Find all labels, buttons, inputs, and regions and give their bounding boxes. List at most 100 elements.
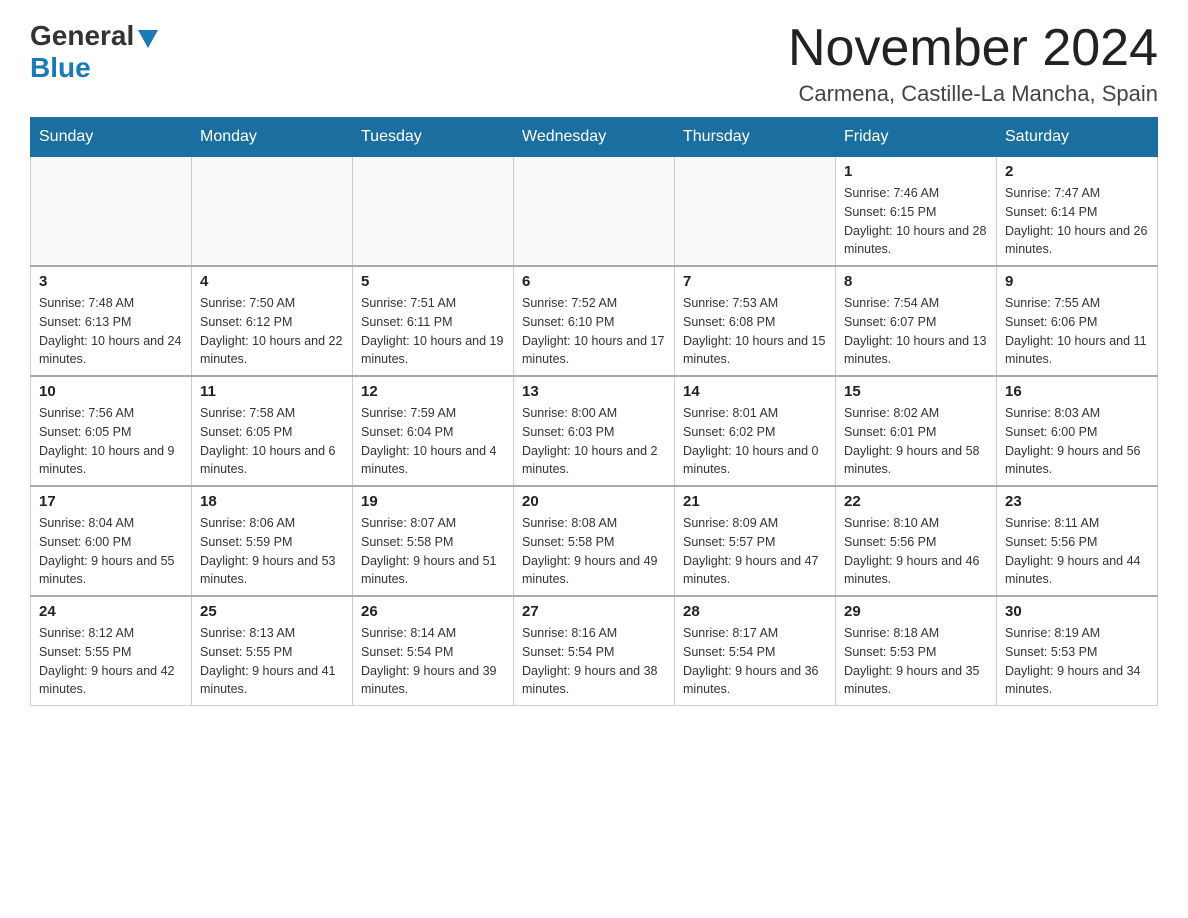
day-number: 14 [683,383,827,400]
day-info: Sunrise: 8:09 AMSunset: 5:57 PMDaylight:… [683,514,827,589]
day-info: Sunrise: 8:19 AMSunset: 5:53 PMDaylight:… [1005,624,1149,699]
day-info: Sunrise: 7:58 AMSunset: 6:05 PMDaylight:… [200,404,344,479]
calendar-day-cell: 21 Sunrise: 8:09 AMSunset: 5:57 PMDayligh… [675,486,836,596]
calendar-day-cell: 2Sunrise: 7:47 AMSunset: 6:14 PMDaylight… [997,157,1158,267]
calendar-week-row: 10 Sunrise: 7:56 AMSunset: 6:05 PMDayligh… [31,376,1158,486]
col-header-wednesday: Wednesday [514,118,675,157]
day-info: Sunrise: 8:01 AMSunset: 6:02 PMDaylight:… [683,404,827,479]
logo-triangle-icon [138,30,158,48]
logo-blue-text: Blue [30,52,91,84]
day-info: Sunrise: 7:59 AMSunset: 6:04 PMDaylight:… [361,404,505,479]
day-info: Sunrise: 7:50 AMSunset: 6:12 PMDaylight:… [200,294,344,369]
day-number: 10 [39,383,183,400]
calendar-day-cell: 30 Sunrise: 8:19 AMSunset: 5:53 PMDayligh… [997,596,1158,706]
day-number: 20 [522,493,666,510]
day-info: Sunrise: 8:10 AMSunset: 5:56 PMDaylight:… [844,514,988,589]
day-info: Sunrise: 8:00 AMSunset: 6:03 PMDaylight:… [522,404,666,479]
col-header-saturday: Saturday [997,118,1158,157]
day-info: Sunrise: 8:07 AMSunset: 5:58 PMDaylight:… [361,514,505,589]
calendar-day-cell: 5Sunrise: 7:51 AMSunset: 6:11 PMDaylight… [353,266,514,376]
calendar-header-row: SundayMondayTuesdayWednesdayThursdayFrid… [31,118,1158,157]
logo: General Blue [30,20,158,84]
calendar-day-cell: 19 Sunrise: 8:07 AMSunset: 5:58 PMDayligh… [353,486,514,596]
calendar-day-cell [353,157,514,267]
calendar-day-cell: 18 Sunrise: 8:06 AMSunset: 5:59 PMDayligh… [192,486,353,596]
calendar-day-cell: 13 Sunrise: 8:00 AMSunset: 6:03 PMDayligh… [514,376,675,486]
day-number: 12 [361,383,505,400]
day-number: 11 [200,383,344,400]
calendar-day-cell: 22 Sunrise: 8:10 AMSunset: 5:56 PMDayligh… [836,486,997,596]
calendar-day-cell: 17Sunrise: 8:04 AMSunset: 6:00 PMDayligh… [31,486,192,596]
col-header-sunday: Sunday [31,118,192,157]
title-area: November 2024 Carmena, Castille-La Manch… [788,20,1158,107]
day-number: 25 [200,603,344,620]
day-info: Sunrise: 8:16 AMSunset: 5:54 PMDaylight:… [522,624,666,699]
day-number: 19 [361,493,505,510]
calendar-day-cell: 15Sunrise: 8:02 AMSunset: 6:01 PMDayligh… [836,376,997,486]
calendar-week-row: 3 Sunrise: 7:48 AMSunset: 6:13 PMDaylight… [31,266,1158,376]
day-info: Sunrise: 8:13 AMSunset: 5:55 PMDaylight:… [200,624,344,699]
day-info: Sunrise: 8:02 AMSunset: 6:01 PMDaylight:… [844,404,988,479]
day-info: Sunrise: 8:12 AMSunset: 5:55 PMDaylight:… [39,624,183,699]
day-number: 16 [1005,383,1149,400]
calendar-day-cell: 1Sunrise: 7:46 AMSunset: 6:15 PMDaylight… [836,157,997,267]
day-number: 8 [844,273,988,290]
day-info: Sunrise: 7:56 AMSunset: 6:05 PMDaylight:… [39,404,183,479]
calendar-day-cell [31,157,192,267]
col-header-tuesday: Tuesday [353,118,514,157]
calendar-day-cell: 3 Sunrise: 7:48 AMSunset: 6:13 PMDaylight… [31,266,192,376]
day-info: Sunrise: 7:47 AMSunset: 6:14 PMDaylight:… [1005,184,1149,259]
calendar-day-cell: 11 Sunrise: 7:58 AMSunset: 6:05 PMDayligh… [192,376,353,486]
calendar-day-cell: 16Sunrise: 8:03 AMSunset: 6:00 PMDayligh… [997,376,1158,486]
calendar-day-cell: 7 Sunrise: 7:53 AMSunset: 6:08 PMDaylight… [675,266,836,376]
col-header-monday: Monday [192,118,353,157]
day-number: 24 [39,603,183,620]
calendar-day-cell: 26 Sunrise: 8:14 AMSunset: 5:54 PMDayligh… [353,596,514,706]
day-number: 21 [683,493,827,510]
calendar-day-cell: 6Sunrise: 7:52 AMSunset: 6:10 PMDaylight… [514,266,675,376]
calendar-week-row: 17Sunrise: 8:04 AMSunset: 6:00 PMDayligh… [31,486,1158,596]
day-number: 30 [1005,603,1149,620]
calendar-week-row: 24 Sunrise: 8:12 AMSunset: 5:55 PMDayligh… [31,596,1158,706]
calendar-day-cell: 14 Sunrise: 8:01 AMSunset: 6:02 PMDayligh… [675,376,836,486]
day-number: 9 [1005,273,1149,290]
calendar-day-cell: 27 Sunrise: 8:16 AMSunset: 5:54 PMDayligh… [514,596,675,706]
col-header-thursday: Thursday [675,118,836,157]
calendar-day-cell: 8 Sunrise: 7:54 AMSunset: 6:07 PMDaylight… [836,266,997,376]
day-info: Sunrise: 8:18 AMSunset: 5:53 PMDaylight:… [844,624,988,699]
calendar-day-cell [675,157,836,267]
calendar-day-cell [192,157,353,267]
day-info: Sunrise: 7:52 AMSunset: 6:10 PMDaylight:… [522,294,666,369]
calendar-day-cell: 25 Sunrise: 8:13 AMSunset: 5:55 PMDayligh… [192,596,353,706]
calendar-day-cell: 20 Sunrise: 8:08 AMSunset: 5:58 PMDayligh… [514,486,675,596]
day-info: Sunrise: 8:14 AMSunset: 5:54 PMDaylight:… [361,624,505,699]
logo-general-text: General [30,20,134,52]
day-info: Sunrise: 8:08 AMSunset: 5:58 PMDaylight:… [522,514,666,589]
day-info: Sunrise: 8:06 AMSunset: 5:59 PMDaylight:… [200,514,344,589]
month-title: November 2024 [788,20,1158,77]
day-number: 13 [522,383,666,400]
calendar-day-cell: 10 Sunrise: 7:56 AMSunset: 6:05 PMDayligh… [31,376,192,486]
day-info: Sunrise: 7:55 AMSunset: 6:06 PMDaylight:… [1005,294,1149,369]
calendar-day-cell: 28 Sunrise: 8:17 AMSunset: 5:54 PMDayligh… [675,596,836,706]
day-info: Sunrise: 7:48 AMSunset: 6:13 PMDaylight:… [39,294,183,369]
day-info: Sunrise: 7:54 AMSunset: 6:07 PMDaylight:… [844,294,988,369]
day-number: 26 [361,603,505,620]
day-info: Sunrise: 7:46 AMSunset: 6:15 PMDaylight:… [844,184,988,259]
day-number: 28 [683,603,827,620]
calendar-table: SundayMondayTuesdayWednesdayThursdayFrid… [30,117,1158,706]
day-number: 18 [200,493,344,510]
day-info: Sunrise: 7:53 AMSunset: 6:08 PMDaylight:… [683,294,827,369]
col-header-friday: Friday [836,118,997,157]
calendar-day-cell [514,157,675,267]
day-number: 29 [844,603,988,620]
day-number: 3 [39,273,183,290]
day-number: 7 [683,273,827,290]
day-number: 27 [522,603,666,620]
day-info: Sunrise: 8:17 AMSunset: 5:54 PMDaylight:… [683,624,827,699]
location-title: Carmena, Castille-La Mancha, Spain [788,81,1158,107]
day-number: 4 [200,273,344,290]
page-header: General Blue November 2024 Carmena, Cast… [30,20,1158,107]
day-number: 22 [844,493,988,510]
day-number: 17 [39,493,183,510]
